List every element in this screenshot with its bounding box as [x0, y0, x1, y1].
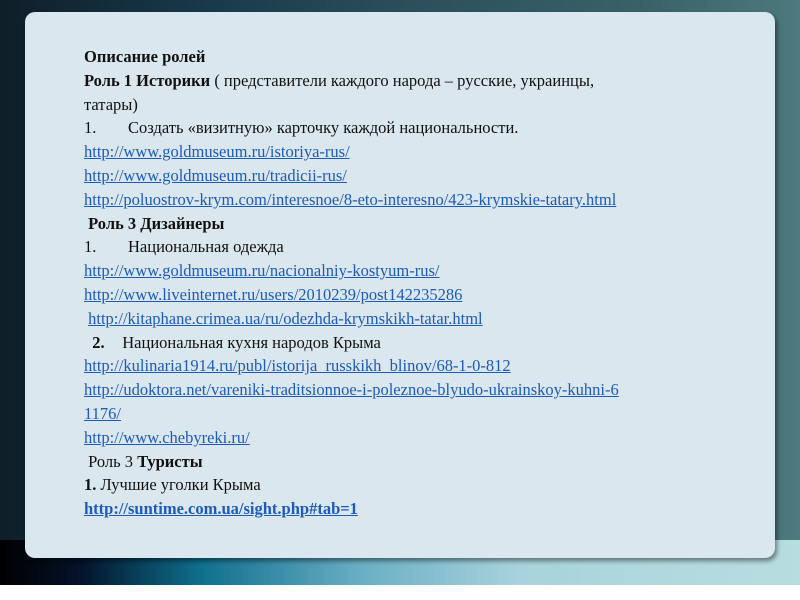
link[interactable]: http://www.liveinternet.ru/users/2010239…: [84, 285, 462, 304]
link[interactable]: http://www.goldmuseum.ru/nacionalniy-kos…: [84, 261, 439, 280]
slide-title: Описание ролей: [84, 47, 206, 66]
role1-label: Роль 1 Историки: [84, 70, 211, 90]
link[interactable]: http://kulinaria1914.ru/publ/istorija_ru…: [84, 356, 511, 375]
slide-text: Описание ролей Роль 1 Историки ( предста…: [84, 45, 619, 521]
link[interactable]: http://poluostrov-krym.com/interesnoe/8-…: [84, 190, 616, 209]
list-number: 2.: [92, 332, 105, 352]
list-number: 1.: [84, 237, 97, 257]
link-continued[interactable]: 1176/: [84, 404, 121, 423]
link[interactable]: http://www.chebyreki.ru/: [84, 428, 250, 447]
role1-desc-cont: татары): [84, 94, 138, 114]
role1-task: Создать «визитную» карточку каждой нацио…: [128, 118, 519, 138]
role3-label: Роль 3 Дизайнеры: [88, 213, 225, 233]
link[interactable]: http://www.goldmuseum.ru/tradicii-rus/: [84, 166, 347, 185]
link[interactable]: http://udoktora.net/vareniki-traditsionn…: [84, 380, 619, 399]
link[interactable]: http://kitaphane.crimea.ua/ru/odezhda-kr…: [88, 309, 483, 328]
role3-task2: Национальная кухня народов Крыма: [122, 332, 381, 352]
list-number: 1.: [84, 118, 97, 138]
role3b-label-bold: Туристы: [137, 451, 203, 471]
link[interactable]: http://www.goldmuseum.ru/istoriya-rus/: [84, 142, 350, 161]
role1-desc: ( представители каждого народа – русские…: [210, 70, 595, 90]
list-number: 1.: [84, 475, 97, 495]
role3-task1: Национальная одежда: [128, 237, 284, 257]
link[interactable]: http://suntime.com.ua/sight.php#tab=1: [84, 499, 358, 518]
role3b-label: Роль 3: [88, 451, 138, 471]
role3b-task: Лучшие уголки Крыма: [96, 475, 261, 495]
